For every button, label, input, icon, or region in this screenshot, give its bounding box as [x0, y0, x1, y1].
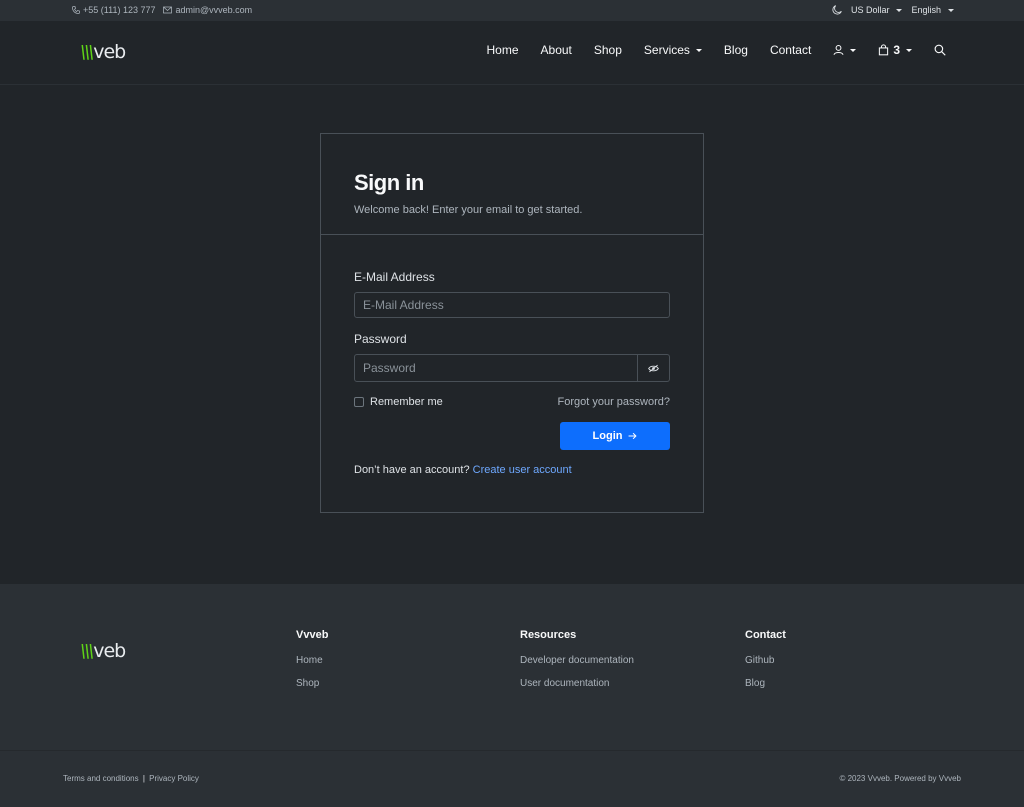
- remember-me[interactable]: Remember me: [354, 396, 443, 408]
- create-account-link[interactable]: Create user account: [473, 464, 572, 476]
- chevron-down-icon: [850, 48, 857, 52]
- phone-number: +55 (111) 123 777: [83, 5, 156, 15]
- signup-prompt: Don’t have an account? Create user accou…: [354, 464, 670, 476]
- nav-services-label: Services: [643, 43, 690, 57]
- phone-contact[interactable]: +55 (111) 123 777: [72, 5, 155, 15]
- password-label: Password: [354, 332, 407, 346]
- top-info-bar: +55 (111) 123 777 admin@vvveb.com US Dol…: [0, 0, 1024, 21]
- footer-logo[interactable]: \\\ veb: [80, 640, 126, 662]
- main-navbar: \\\ veb Home About Shop Services Blog Con…: [0, 21, 1024, 85]
- login-label: Login: [592, 430, 623, 442]
- remember-label: Remember me: [370, 396, 443, 408]
- chevron-down-icon: [695, 48, 702, 52]
- copyright-text: © 2023 Vvveb. Powered by Vvveb: [839, 774, 961, 783]
- chevron-down-icon: [948, 8, 954, 12]
- separator: |: [142, 774, 145, 783]
- language-dropdown[interactable]: English: [911, 5, 954, 15]
- nav-home[interactable]: Home: [487, 43, 519, 57]
- footer-col-resources: Resources Developer documentation User d…: [520, 629, 634, 689]
- email-field[interactable]: [354, 292, 670, 318]
- bag-icon: [879, 44, 889, 56]
- footer-link-dev-docs[interactable]: Developer documentation: [520, 655, 634, 666]
- search-icon: [934, 44, 946, 56]
- chevron-down-icon: [896, 8, 903, 12]
- footer-col-contact: Contact Github Blog: [745, 629, 786, 689]
- remember-checkbox[interactable]: [354, 397, 364, 407]
- footer-heading: Vvveb: [296, 629, 329, 641]
- eye-slash-icon: [648, 364, 659, 372]
- footer-link-github[interactable]: Github: [745, 655, 786, 666]
- login-button[interactable]: Login: [560, 422, 670, 450]
- footer-col-vvveb: Vvveb Home Shop: [296, 629, 328, 689]
- forgot-password-link[interactable]: Forgot your password?: [558, 396, 671, 408]
- legal-links: Terms and conditions | Privacy Policy: [63, 774, 199, 783]
- bottom-bar: Terms and conditions | Privacy Policy © …: [0, 750, 1024, 807]
- currency-dropdown[interactable]: US Dollar: [851, 5, 903, 15]
- footer-link-home[interactable]: Home: [296, 655, 328, 666]
- no-account-text: Don’t have an account?: [354, 464, 470, 476]
- envelope-icon: [163, 6, 173, 14]
- signin-form: E-Mail Address Password Remember me Forg…: [321, 235, 703, 476]
- nav-blog[interactable]: Blog: [724, 43, 748, 57]
- logo-mark: \\\: [80, 640, 94, 662]
- footer: \\\ veb Vvveb Home Shop Resources Develop…: [0, 584, 1024, 750]
- toggle-password-button[interactable]: [638, 354, 670, 382]
- password-group: [354, 354, 670, 382]
- nav-shop[interactable]: Shop: [594, 43, 622, 57]
- signin-header: Sign in Welcome back! Enter your email t…: [321, 134, 703, 235]
- cart-count-badge: 3: [893, 43, 900, 57]
- footer-heading: Contact: [745, 629, 786, 641]
- phone-icon: [72, 6, 80, 14]
- email-contact[interactable]: admin@vvveb.com: [163, 5, 252, 15]
- nav-about[interactable]: About: [541, 43, 572, 57]
- password-field[interactable]: [354, 354, 638, 382]
- email-label: E-Mail Address: [354, 270, 435, 284]
- terms-link[interactable]: Terms and conditions: [63, 774, 139, 783]
- footer-link-blog[interactable]: Blog: [745, 678, 786, 689]
- nav-contact[interactable]: Contact: [770, 43, 811, 57]
- nav-services[interactable]: Services: [644, 43, 702, 57]
- footer-link-shop[interactable]: Shop: [296, 678, 328, 689]
- login-row: Login: [354, 422, 670, 450]
- remember-row: Remember me Forgot your password?: [354, 396, 670, 408]
- nav-menu: Home About Shop Services Blog Contact 3: [487, 43, 947, 57]
- chevron-down-icon: [906, 48, 912, 52]
- language-label: English: [911, 5, 941, 15]
- site-logo[interactable]: \\\ veb: [80, 41, 126, 63]
- moon-icon[interactable]: [832, 5, 842, 15]
- logo-text: veb: [93, 41, 126, 63]
- logo-text: veb: [93, 640, 126, 662]
- footer-heading: Resources: [520, 629, 577, 641]
- email-address: admin@vvveb.com: [175, 5, 253, 15]
- user-menu[interactable]: [833, 44, 857, 56]
- cart-menu[interactable]: 3: [878, 43, 912, 57]
- user-icon: [833, 45, 844, 56]
- page-title: Sign in: [354, 170, 424, 195]
- signin-card: Sign in Welcome back! Enter your email t…: [320, 133, 704, 513]
- currency-label: US Dollar: [850, 5, 890, 15]
- logo-mark: \\\: [80, 41, 94, 63]
- page-subtitle: Welcome back! Enter your email to get st…: [354, 204, 583, 216]
- search-button[interactable]: [934, 44, 946, 56]
- footer-link-user-docs[interactable]: User documentation: [520, 678, 634, 689]
- arrow-right-icon: [629, 432, 638, 440]
- privacy-link[interactable]: Privacy Policy: [149, 774, 199, 783]
